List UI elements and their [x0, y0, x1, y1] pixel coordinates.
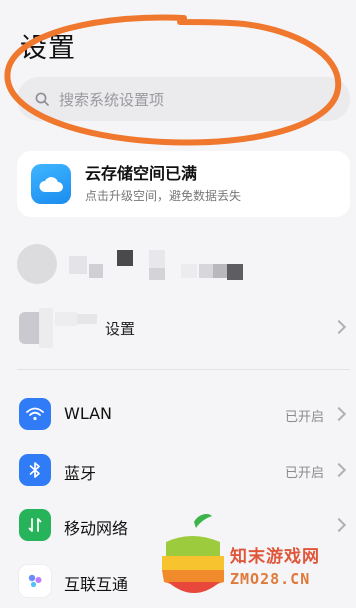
watermark-domain: ZMO28.CN	[230, 570, 311, 588]
device-row[interactable]: 设置	[17, 306, 350, 350]
redacted-block	[69, 256, 87, 274]
wifi-icon	[19, 398, 51, 430]
search-input[interactable]: 搜索系统设置项	[59, 89, 164, 110]
mobile-data-icon	[19, 509, 51, 541]
chevron-right-icon	[331, 406, 347, 422]
settings-item-label: 蓝牙	[64, 464, 97, 483]
settings-item-label: 互联互通	[64, 575, 129, 594]
redacted-block	[39, 308, 53, 348]
chevron-right-icon	[331, 462, 347, 478]
redacted-block	[55, 312, 77, 326]
redacted-block	[149, 268, 165, 280]
watermark-logo: 知末游戏网 ZMO28.CN	[154, 512, 356, 608]
account-row[interactable]	[17, 242, 350, 286]
bluetooth-icon	[19, 454, 51, 486]
redacted-block	[227, 264, 243, 280]
fruit-logo-icon	[162, 514, 224, 593]
redacted-block	[213, 264, 227, 278]
redacted-block	[199, 264, 213, 278]
redacted-block	[89, 264, 103, 278]
chevron-right-icon	[331, 319, 347, 335]
status-text: 已开启	[284, 466, 324, 481]
device-label: 设置	[105, 320, 136, 338]
settings-item-label: WLAN	[64, 404, 113, 423]
status-text: 已开启	[284, 410, 324, 425]
search-icon	[35, 92, 49, 106]
avatar	[17, 244, 57, 284]
redacted-block	[117, 250, 133, 266]
cloud-icon	[31, 164, 71, 204]
redacted-block	[181, 264, 197, 278]
divider	[17, 369, 350, 370]
page-title: 设置	[20, 33, 76, 64]
redacted-block	[149, 250, 165, 268]
cloud-banner-subtitle: 点击升级空间，避免数据丢失	[85, 189, 242, 203]
search-bar[interactable]: 搜索系统设置项	[17, 77, 350, 121]
settings-item-bluetooth[interactable]: 蓝牙 已开启	[17, 448, 350, 492]
cloud-banner-title: 云存储空间已满	[85, 164, 198, 183]
settings-item-label: 移动网络	[64, 519, 129, 538]
redacted-block	[77, 314, 97, 324]
settings-item-wlan[interactable]: WLAN 已开启	[17, 392, 350, 436]
cloud-storage-banner[interactable]: 云存储空间已满 点击升级空间，避免数据丢失	[17, 151, 350, 217]
interconnect-icon	[19, 565, 51, 597]
watermark-title: 知末游戏网	[230, 547, 320, 567]
